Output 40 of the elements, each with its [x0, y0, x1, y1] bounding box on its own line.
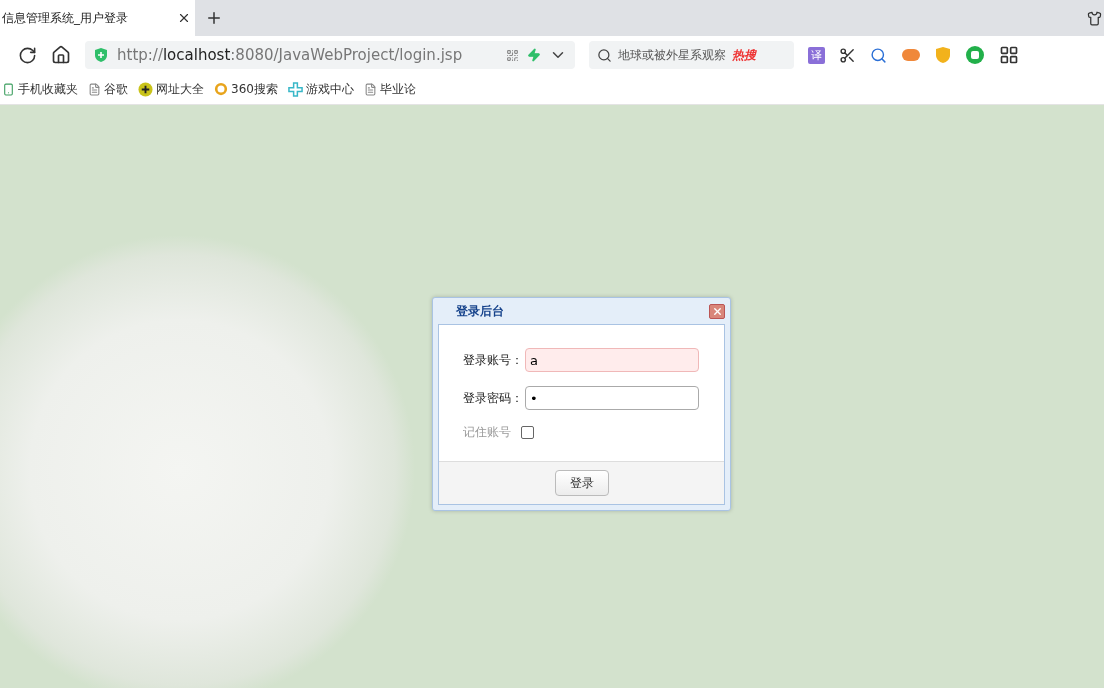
- close-icon[interactable]: [177, 11, 191, 25]
- search-icon: [597, 47, 612, 63]
- translate-button[interactable]: 译: [808, 46, 825, 64]
- page-icon: [363, 82, 377, 96]
- shield-icon: [93, 47, 109, 63]
- field-label: 登录账号：: [463, 351, 524, 369]
- browser-tab[interactable]: 信息管理系统_用户登录: [0, 0, 195, 36]
- input-field[interactable]: a: [525, 348, 699, 372]
- login-button[interactable]: 登录: [554, 470, 609, 496]
- reload-icon[interactable]: [18, 45, 37, 65]
- bookmark-link[interactable]: 游戏中心: [287, 80, 354, 98]
- bookmark-link[interactable]: 手机收藏夹: [2, 80, 78, 98]
- page-icon: [88, 82, 101, 96]
- ring-icon: [214, 82, 228, 96]
- scissors-icon[interactable]: [839, 46, 856, 64]
- plus-circle-icon: [138, 81, 153, 97]
- address-bar[interactable]: http://localhost:8080/JavaWebProject/login.jsp: [85, 41, 575, 69]
- cross-icon: [287, 81, 303, 97]
- close-icon: [711, 305, 723, 317]
- checkbox[interactable]: [521, 426, 534, 439]
- hot-search-link[interactable]: 热搜: [732, 46, 756, 64]
- qr-code-icon[interactable]: [506, 48, 519, 62]
- bookmark-link[interactable]: 360搜索: [214, 80, 278, 98]
- tab-title: 信息管理系统_用户登录: [2, 9, 128, 27]
- checkbox-label: 记住账号: [463, 424, 511, 441]
- search-placeholder: 地球或被外星系观察: [618, 46, 726, 64]
- bookmark-link[interactable]: 网址大全: [138, 80, 204, 98]
- apps-grid-icon[interactable]: [999, 45, 1019, 65]
- circle-icon[interactable]: [965, 45, 985, 65]
- close-button[interactable]: [709, 303, 725, 319]
- dialog-title: 登录后台: [456, 302, 504, 320]
- magnifier-icon[interactable]: [870, 46, 887, 64]
- url-text: http://localhost:8080/JavaWebProject/login.jsp: [117, 46, 464, 64]
- phone-icon: [2, 82, 15, 96]
- home-icon[interactable]: [51, 45, 71, 65]
- search-field[interactable]: 地球或被外星系观察 热搜: [589, 41, 794, 69]
- bookmark-link[interactable]: 毕业论: [363, 80, 416, 98]
- field-label: 登录密码：: [463, 389, 524, 407]
- bookmark-link[interactable]: 谷歌: [88, 80, 128, 98]
- input-field[interactable]: •: [525, 386, 699, 410]
